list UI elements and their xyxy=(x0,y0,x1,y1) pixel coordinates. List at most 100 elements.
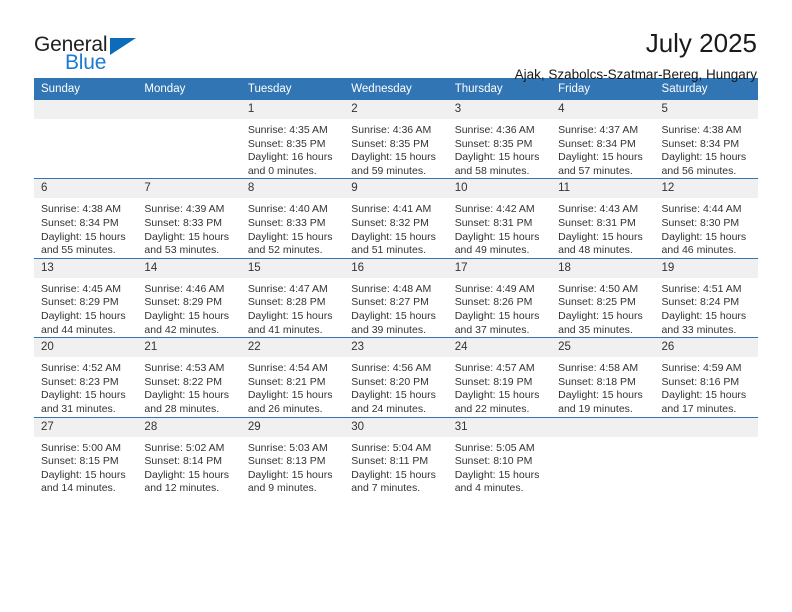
calendar-day-cell[interactable]: 29 Sunrise: 5:03 AM Sunset: 8:13 PM Dayligh… xyxy=(240,416,345,496)
calendar-day-cell[interactable]: 26 Sunrise: 4:59 AM Sunset: 8:16 PM Dayligh… xyxy=(654,337,758,417)
page-title: July 2025 xyxy=(645,28,757,58)
calendar-body: 1 Sunrise: 4:35 AM Sunset: 8:35 PM Daylight… xyxy=(34,100,758,496)
day-details: Sunrise: 4:58 AM Sunset: 8:18 PM Daylight:… xyxy=(551,357,654,416)
daylight-text: Daylight: 16 hours and 0 minutes. xyxy=(247,151,333,177)
sunset-text: Sunset: 8:31 PM xyxy=(558,216,636,229)
sunrise-text: Sunrise: 4:53 AM xyxy=(144,362,225,375)
day-details: Sunrise: 4:38 AM Sunset: 8:34 PM Daylight:… xyxy=(34,198,137,257)
calendar-day-cell[interactable]: 10 Sunrise: 4:42 AM Sunset: 8:31 PM Dayligh… xyxy=(447,178,552,259)
calendar-day-cell[interactable]: 22 Sunrise: 4:54 AM Sunset: 8:21 PM Dayligh… xyxy=(240,337,345,417)
calendar-day-cell[interactable]: 7 Sunrise: 4:39 AM Sunset: 8:33 PM Daylight… xyxy=(137,178,241,259)
daylight-text: Daylight: 15 hours and 37 minutes. xyxy=(454,309,540,336)
title-block: July 2025 Ajak, Szabolcs-Szatmar-Bereg, … xyxy=(514,28,758,83)
calendar-day-cell[interactable]: 25 Sunrise: 4:58 AM Sunset: 8:18 PM Dayligh… xyxy=(551,337,655,417)
month-calendar-table: Sunday Monday Tuesday Wednesday Thursday… xyxy=(34,78,758,496)
calendar-day-cell[interactable]: 19 Sunrise: 4:51 AM Sunset: 8:24 PM Dayligh… xyxy=(654,257,758,338)
daylight-text: Daylight: 15 hours and 14 minutes. xyxy=(41,468,126,495)
calendar-day-cell[interactable]: 16 Sunrise: 4:48 AM Sunset: 8:27 PM Dayligh… xyxy=(344,257,448,338)
day-number: 7 xyxy=(137,179,241,199)
calendar-day-cell[interactable]: 2 Sunrise: 4:36 AM Sunset: 8:35 PM Daylight… xyxy=(344,100,448,179)
sunrise-text: Sunrise: 4:45 AM xyxy=(41,282,121,295)
day-number: 28 xyxy=(137,417,241,437)
calendar-week-row: 1 Sunrise: 4:35 AM Sunset: 8:35 PM Daylight… xyxy=(34,100,758,179)
calendar-day-cell[interactable]: 18 Sunrise: 4:50 AM Sunset: 8:25 PM Dayligh… xyxy=(551,257,655,338)
day-details: Sunrise: 4:59 AM Sunset: 8:16 PM Daylight:… xyxy=(655,357,758,416)
sunrise-text: Sunrise: 4:49 AM xyxy=(454,282,535,295)
calendar-day-cell[interactable]: 8 Sunrise: 4:40 AM Sunset: 8:33 PM Daylight… xyxy=(240,178,345,259)
calendar-day-cell[interactable]: 31 Sunrise: 5:05 AM Sunset: 8:10 PM Dayligh… xyxy=(447,416,552,496)
day-details: Sunrise: 4:44 AM Sunset: 8:30 PM Daylight:… xyxy=(655,198,758,257)
sunrise-text: Sunrise: 4:35 AM xyxy=(247,124,328,136)
calendar-day-cell[interactable]: 6 Sunrise: 4:38 AM Sunset: 8:34 PM Daylight… xyxy=(34,178,138,259)
sunset-text: Sunset: 8:30 PM xyxy=(661,216,740,229)
calendar-day-cell[interactable]: 12 Sunrise: 4:44 AM Sunset: 8:30 PM Dayligh… xyxy=(654,178,758,259)
sunset-text: Sunset: 8:21 PM xyxy=(247,375,326,388)
daylight-text: Daylight: 15 hours and 46 minutes. xyxy=(661,230,747,257)
calendar-cell-empty xyxy=(551,416,655,496)
day-number: 21 xyxy=(137,338,241,358)
page-subtitle: Ajak, Szabolcs-Szatmar-Bereg, Hungary xyxy=(514,67,757,83)
calendar-day-cell[interactable]: 9 Sunrise: 4:41 AM Sunset: 8:32 PM Daylight… xyxy=(344,178,448,259)
daylight-text: Daylight: 15 hours and 51 minutes. xyxy=(351,230,436,257)
calendar-day-cell[interactable]: 15 Sunrise: 4:47 AM Sunset: 8:28 PM Dayligh… xyxy=(240,257,345,338)
daylight-text: Daylight: 15 hours and 19 minutes. xyxy=(558,389,643,415)
daylight-text: Daylight: 15 hours and 17 minutes. xyxy=(661,389,747,415)
sunrise-text: Sunrise: 4:44 AM xyxy=(661,203,742,216)
calendar-day-cell[interactable]: 28 Sunrise: 5:02 AM Sunset: 8:14 PM Dayligh… xyxy=(137,416,241,496)
daylight-text: Daylight: 15 hours and 49 minutes. xyxy=(454,230,540,257)
day-details: Sunrise: 4:54 AM Sunset: 8:21 PM Daylight:… xyxy=(241,357,344,416)
day-details: Sunrise: 4:47 AM Sunset: 8:28 PM Daylight:… xyxy=(241,278,344,337)
calendar-week-row: 20 Sunrise: 4:52 AM Sunset: 8:23 PM Dayligh… xyxy=(34,337,758,417)
calendar-day-cell[interactable]: 20 Sunrise: 4:52 AM Sunset: 8:23 PM Dayligh… xyxy=(34,337,138,417)
calendar-day-cell[interactable]: 30 Sunrise: 5:04 AM Sunset: 8:11 PM Dayligh… xyxy=(344,416,448,496)
daylight-text: Daylight: 15 hours and 52 minutes. xyxy=(247,230,333,257)
day-number: 17 xyxy=(447,258,552,278)
sunset-text: Sunset: 8:22 PM xyxy=(144,375,223,388)
calendar-day-cell[interactable]: 3 Sunrise: 4:36 AM Sunset: 8:35 PM Daylight… xyxy=(447,100,552,179)
sunset-text: Sunset: 8:13 PM xyxy=(247,455,326,468)
day-number: 2 xyxy=(344,100,448,119)
calendar-day-cell[interactable]: 14 Sunrise: 4:46 AM Sunset: 8:29 PM Dayligh… xyxy=(137,257,241,338)
day-number: 18 xyxy=(551,258,655,278)
sunset-text: Sunset: 8:19 PM xyxy=(454,375,533,388)
daylight-text: Daylight: 15 hours and 59 minutes. xyxy=(351,151,436,177)
sunrise-text: Sunrise: 5:04 AM xyxy=(351,441,432,454)
general-blue-logo[interactable]: General Blue xyxy=(34,30,154,76)
day-number: 23 xyxy=(344,338,448,358)
sunset-text: Sunset: 8:24 PM xyxy=(661,296,740,309)
calendar-day-cell[interactable]: 21 Sunrise: 4:53 AM Sunset: 8:22 PM Dayligh… xyxy=(137,337,241,417)
daylight-text: Daylight: 15 hours and 58 minutes. xyxy=(454,151,540,177)
weekday-header-monday: Monday xyxy=(137,78,241,100)
daylight-text: Daylight: 15 hours and 41 minutes. xyxy=(247,309,333,336)
calendar-day-cell[interactable]: 27 Sunrise: 5:00 AM Sunset: 8:15 PM Dayligh… xyxy=(34,416,138,496)
calendar-day-cell[interactable]: 23 Sunrise: 4:56 AM Sunset: 8:20 PM Dayligh… xyxy=(344,337,448,417)
sunset-text: Sunset: 8:28 PM xyxy=(247,296,326,309)
calendar-day-cell[interactable]: 24 Sunrise: 4:57 AM Sunset: 8:19 PM Dayligh… xyxy=(447,337,552,417)
sunrise-text: Sunrise: 4:39 AM xyxy=(144,203,225,216)
sunset-text: Sunset: 8:29 PM xyxy=(144,296,223,309)
calendar-week-row: 6 Sunrise: 4:38 AM Sunset: 8:34 PM Daylight… xyxy=(34,178,758,259)
day-number: 14 xyxy=(137,258,241,278)
daylight-text: Daylight: 15 hours and 31 minutes. xyxy=(41,389,126,415)
sunset-text: Sunset: 8:15 PM xyxy=(41,455,119,468)
day-number: 26 xyxy=(654,338,758,358)
day-details: Sunrise: 4:39 AM Sunset: 8:33 PM Daylight:… xyxy=(137,198,240,257)
day-details: Sunrise: 4:45 AM Sunset: 8:29 PM Daylight:… xyxy=(34,278,137,337)
sunrise-text: Sunrise: 4:36 AM xyxy=(454,124,535,136)
daylight-text: Daylight: 15 hours and 7 minutes. xyxy=(351,468,436,495)
day-details: Sunrise: 4:48 AM Sunset: 8:27 PM Daylight:… xyxy=(344,278,447,337)
calendar-day-cell[interactable]: 1 Sunrise: 4:35 AM Sunset: 8:35 PM Daylight… xyxy=(240,100,345,179)
calendar-week-row: 27 Sunrise: 5:00 AM Sunset: 8:15 PM Dayligh… xyxy=(34,416,758,496)
calendar-day-cell[interactable]: 17 Sunrise: 4:49 AM Sunset: 8:26 PM Dayligh… xyxy=(447,257,552,338)
page-header: General Blue July 2025 Ajak, Szabolcs-Sz… xyxy=(34,0,758,82)
calendar-day-cell[interactable]: 5 Sunrise: 4:38 AM Sunset: 8:34 PM Daylight… xyxy=(654,100,758,179)
day-number: 12 xyxy=(654,179,758,199)
sunrise-text: Sunrise: 4:37 AM xyxy=(558,124,639,136)
sunrise-text: Sunrise: 4:48 AM xyxy=(351,282,432,295)
daylight-text: Daylight: 15 hours and 55 minutes. xyxy=(41,230,126,257)
calendar-day-cell[interactable]: 11 Sunrise: 4:43 AM Sunset: 8:31 PM Dayligh… xyxy=(551,178,655,259)
day-number: 8 xyxy=(240,179,345,199)
day-details: Sunrise: 4:46 AM Sunset: 8:29 PM Daylight:… xyxy=(137,278,240,337)
calendar-day-cell[interactable]: 4 Sunrise: 4:37 AM Sunset: 8:34 PM Daylight… xyxy=(551,100,655,179)
calendar-day-cell[interactable]: 13 Sunrise: 4:45 AM Sunset: 8:29 PM Dayligh… xyxy=(34,257,138,338)
